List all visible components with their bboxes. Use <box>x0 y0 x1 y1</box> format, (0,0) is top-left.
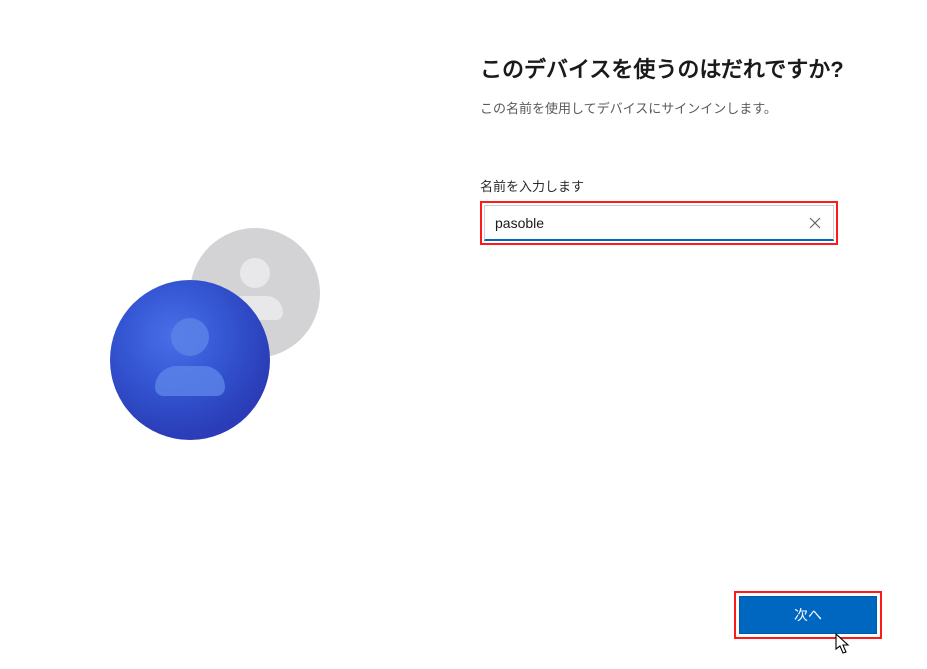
next-button[interactable]: 次へ <box>739 596 877 634</box>
name-input[interactable] <box>484 205 834 241</box>
input-highlight-box <box>480 201 838 245</box>
button-highlight-box: 次へ <box>734 591 882 639</box>
close-icon <box>809 217 821 229</box>
name-field-label: 名前を入力します <box>480 176 860 195</box>
page-subtitle: この名前を使用してデバイスにサインインします。 <box>480 99 860 119</box>
avatar-front-icon <box>110 280 270 440</box>
clear-input-button[interactable] <box>802 210 828 236</box>
user-avatar-illustration <box>110 225 330 445</box>
page-title: このデバイスを使うのはだれですか? <box>480 55 860 85</box>
